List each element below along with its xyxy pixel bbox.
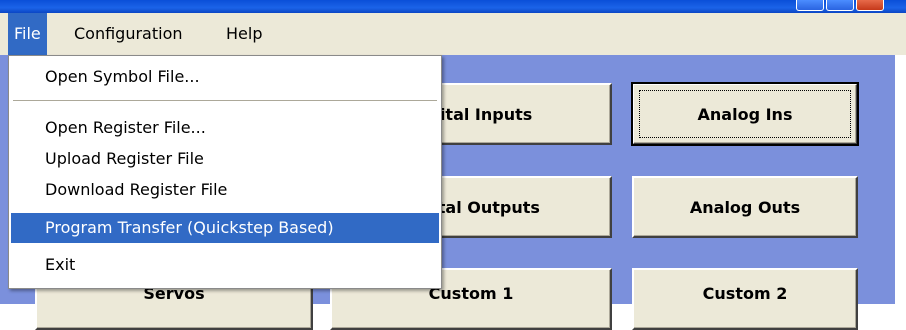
custom-2-label: Custom 2: [702, 284, 788, 303]
maximize-icon[interactable]: [826, 0, 854, 11]
menu-item-open-symbol-file[interactable]: Open Symbol File...: [11, 62, 439, 92]
menu-item-exit[interactable]: Exit: [11, 250, 439, 280]
window-right-edge: [895, 55, 906, 304]
window-title-bar: [0, 0, 906, 13]
menu-item-download-register-file[interactable]: Download Register File: [11, 175, 439, 205]
file-menu-dropdown: Open Symbol File... Open Register File..…: [8, 55, 442, 289]
menu-item-program-transfer[interactable]: Program Transfer (Quickstep Based): [11, 213, 439, 243]
menu-bar: File Configuration Help: [0, 13, 906, 55]
menu-help[interactable]: Help: [220, 13, 268, 55]
menu-item-open-register-file[interactable]: Open Register File...: [11, 113, 439, 143]
menu-separator: [13, 100, 437, 102]
close-icon[interactable]: [856, 0, 884, 11]
analog-outs-label: Analog Outs: [689, 197, 801, 217]
focus-ring: [639, 90, 851, 138]
menu-configuration[interactable]: Configuration: [68, 13, 189, 55]
minimize-icon[interactable]: [796, 0, 824, 11]
menu-item-upload-register-file[interactable]: Upload Register File: [11, 144, 439, 174]
menu-file[interactable]: File: [8, 13, 47, 55]
custom-2-button[interactable]: Custom 2: [632, 268, 858, 330]
analog-outs-button[interactable]: Analog Outs: [632, 176, 858, 238]
analog-ins-button[interactable]: Analog Ins: [631, 82, 859, 146]
